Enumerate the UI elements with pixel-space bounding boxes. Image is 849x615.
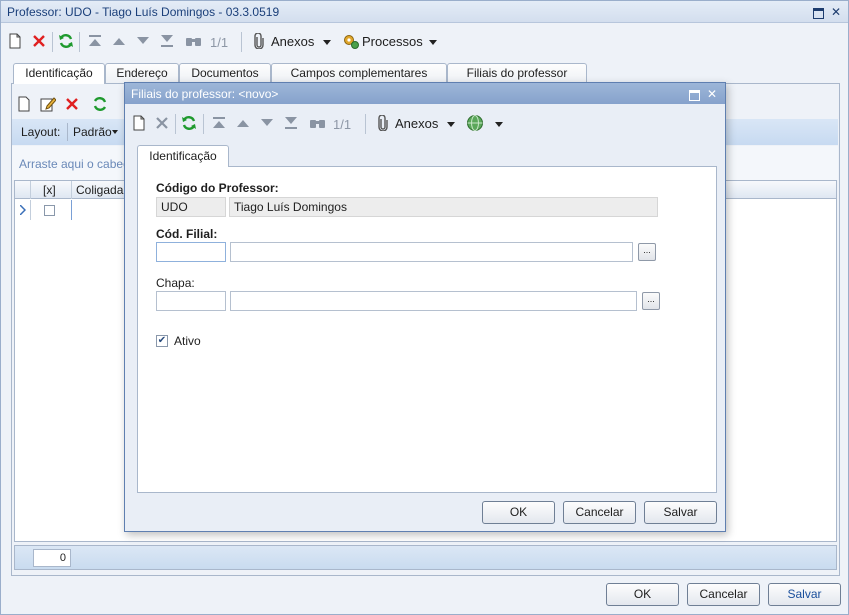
tab-label: Identificação <box>25 66 93 80</box>
tab-documentos[interactable]: Documentos <box>179 63 271 83</box>
row-indicator-header <box>15 181 31 199</box>
anexos-dropdown-icon[interactable] <box>323 40 331 45</box>
grid-footer: 0 <box>14 545 837 570</box>
modal-maximize-icon[interactable] <box>687 87 701 101</box>
codigo-professor-code: UDO <box>156 197 226 217</box>
modal-record-position: 1/1 <box>333 117 352 132</box>
layout-select[interactable]: Padrão <box>73 125 112 139</box>
tab-label: Filiais do professor <box>466 66 568 80</box>
chapa-label: Chapa: <box>156 276 195 290</box>
processos-menu[interactable]: Processos <box>362 34 423 49</box>
modal-title: Filiais do professor: <novo> <box>131 87 279 101</box>
search-icon[interactable] <box>184 31 204 51</box>
modal-next-record-icon[interactable] <box>257 113 277 133</box>
cod-filial-description <box>230 242 633 262</box>
refresh-icon[interactable] <box>56 31 76 51</box>
window-title: Professor: UDO - Tiago Luís Domingos - 0… <box>7 5 280 19</box>
first-record-icon[interactable] <box>85 31 105 51</box>
delete-icon[interactable] <box>29 31 49 51</box>
modal-save-button[interactable]: Salvar <box>644 501 717 524</box>
modal-paperclip-icon[interactable] <box>373 113 393 133</box>
modal-delete-icon[interactable] <box>152 113 172 133</box>
chapa-input[interactable] <box>156 291 226 311</box>
column-divider[interactable] <box>71 181 72 199</box>
modal-anexos-menu[interactable]: Anexos <box>395 116 438 131</box>
modal-refresh-icon[interactable] <box>179 113 199 133</box>
modal-tab-identificacao[interactable]: Identificação <box>137 145 229 167</box>
record-position: 1/1 <box>210 35 229 50</box>
modal-new-record-icon[interactable] <box>129 113 149 133</box>
coligada-column-header[interactable]: Coligada <box>76 183 123 197</box>
close-icon[interactable]: ✕ <box>829 5 843 19</box>
last-record-icon[interactable] <box>157 31 177 51</box>
globe-dropdown-icon[interactable] <box>495 122 503 127</box>
modal-anexos-dropdown-icon[interactable] <box>447 122 455 127</box>
globe-icon[interactable] <box>465 113 485 133</box>
save-button[interactable]: Salvar <box>768 583 841 606</box>
modal-form-panel: Código do Professor: UDO Tiago Luís Domi… <box>137 166 717 493</box>
grid-delete-icon[interactable] <box>62 94 82 114</box>
cell-divider <box>71 200 72 220</box>
toolbar-separator <box>241 32 242 52</box>
ativo-checkbox[interactable]: ✔ <box>156 335 168 347</box>
tab-identificacao[interactable]: Identificação <box>13 63 105 84</box>
row-select-checkbox[interactable] <box>44 205 55 216</box>
cod-filial-label: Cód. Filial: <box>156 227 218 241</box>
modal-close-icon[interactable]: ✕ <box>705 87 719 101</box>
tab-label: Endereço <box>116 66 168 80</box>
tab-endereco[interactable]: Endereço <box>105 63 179 83</box>
grid-new-icon[interactable] <box>14 94 34 114</box>
tab-label: Campos complementares <box>290 66 428 80</box>
cod-filial-lookup-button[interactable]: ... <box>638 243 656 261</box>
grid-refresh-icon[interactable] <box>90 94 110 114</box>
record-count: 0 <box>33 549 71 567</box>
chapa-lookup-button[interactable]: ... <box>642 292 660 310</box>
paperclip-icon[interactable] <box>249 31 269 51</box>
tab-filiais-do-professor[interactable]: Filiais do professor <box>447 63 587 83</box>
new-record-icon[interactable] <box>5 31 25 51</box>
modal-previous-record-icon[interactable] <box>233 113 253 133</box>
toolbar-separator <box>175 114 176 134</box>
layout-dropdown-icon[interactable] <box>112 130 118 134</box>
modal-search-icon[interactable] <box>308 113 328 133</box>
row-indicator[interactable] <box>15 200 31 220</box>
toolbar-separator <box>52 32 53 52</box>
cancel-button[interactable]: Cancelar <box>687 583 760 606</box>
ok-button[interactable]: OK <box>606 583 679 606</box>
main-toolbar: 1/1 Anexos Processos <box>1 27 848 57</box>
ativo-label: Ativo <box>174 334 201 348</box>
filiais-modal: Filiais do professor: <novo> ✕ 1/1 Anexo… <box>124 82 726 532</box>
group-by-hint: Arraste aqui o cabeça <box>19 157 136 171</box>
codigo-professor-label: Código do Professor: <box>156 181 279 195</box>
toolbar-separator <box>79 32 80 52</box>
previous-record-icon[interactable] <box>109 31 129 51</box>
next-record-icon[interactable] <box>133 31 153 51</box>
cod-filial-input[interactable] <box>156 242 226 262</box>
codigo-professor-name: Tiago Luís Domingos <box>229 197 658 217</box>
layout-separator <box>67 123 68 141</box>
modal-cancel-button[interactable]: Cancelar <box>563 501 636 524</box>
chapa-description <box>230 291 637 311</box>
modal-ok-button[interactable]: OK <box>482 501 555 524</box>
modal-last-record-icon[interactable] <box>281 113 301 133</box>
processos-dropdown-icon[interactable] <box>429 40 437 45</box>
modal-toolbar: 1/1 Anexos <box>125 109 725 139</box>
tab-label: Documentos <box>191 66 259 80</box>
grid-edit-icon[interactable] <box>38 94 58 114</box>
select-column-header[interactable]: [x] <box>43 183 56 197</box>
maximize-icon[interactable] <box>811 5 825 19</box>
anexos-menu[interactable]: Anexos <box>271 34 314 49</box>
modal-first-record-icon[interactable] <box>209 113 229 133</box>
main-titlebar: Professor: UDO - Tiago Luís Domingos - 0… <box>1 1 848 23</box>
processes-gear-icon[interactable] <box>341 31 361 51</box>
modal-titlebar: Filiais do professor: <novo> ✕ <box>125 83 725 104</box>
layout-label: Layout: <box>21 125 61 139</box>
toolbar-separator <box>365 114 366 134</box>
tab-campos-complementares[interactable]: Campos complementares <box>271 63 447 83</box>
toolbar-separator <box>203 114 204 134</box>
